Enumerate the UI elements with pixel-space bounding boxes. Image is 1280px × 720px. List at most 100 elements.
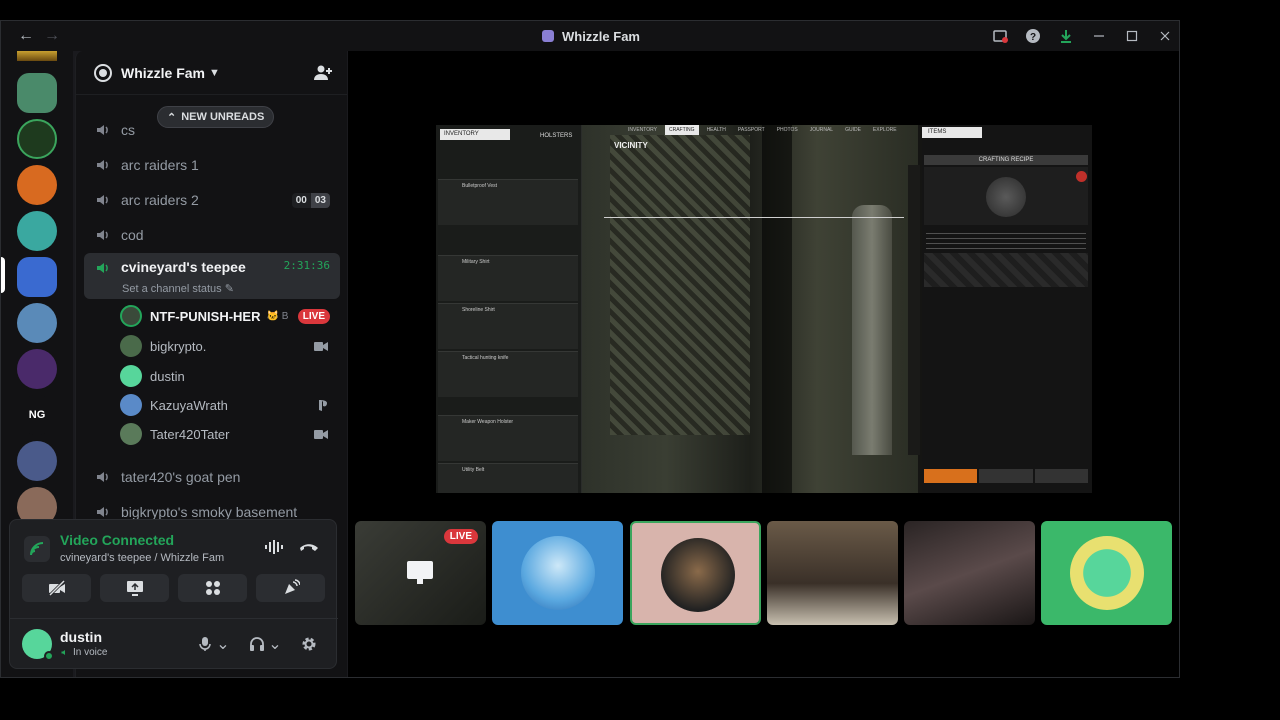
participant-tile-webcam-2[interactable] [904, 521, 1035, 625]
speaker-icon [97, 230, 108, 240]
noise-suppression-icon[interactable] [264, 539, 284, 555]
game-item-row: Shoreline Shirt [438, 303, 578, 349]
user-voice-status: In voice [60, 647, 107, 658]
soundboard-button[interactable] [256, 574, 325, 602]
forward-arrow-icon[interactable]: → [41, 25, 63, 47]
disconnect-icon[interactable] [298, 539, 320, 555]
share-screen-button[interactable] [100, 574, 169, 602]
voice-status-title: Video Connected [60, 532, 175, 548]
game-net-texture [610, 135, 750, 435]
participant-avatar [1070, 536, 1144, 610]
voice-user-name: Tater420Tater [150, 426, 230, 442]
server-header[interactable]: Whizzle Fam ▼ [76, 51, 347, 95]
participant-avatar [661, 538, 735, 612]
server-icon-top[interactable] [17, 51, 57, 61]
mute-button[interactable] [194, 633, 216, 655]
voice-user-ntf-punish-her[interactable]: NTF-PUNISH-HER 🐱 B LIVE [120, 301, 340, 331]
voice-user-tater420tater[interactable]: Tater420Tater [120, 419, 340, 449]
participant-tile-webcam-1[interactable] [767, 521, 898, 625]
avatar [120, 335, 142, 357]
channel-status[interactable]: Set a channel status ✎ [122, 282, 234, 295]
server-icon-whizzle-fam[interactable] [17, 257, 57, 297]
speaker-icon [97, 160, 108, 170]
voice-user-kazuyawrath[interactable]: KazuyaWrath [120, 390, 340, 420]
avatar [120, 365, 142, 387]
game-icon-column [908, 165, 920, 455]
participant-tile-kazuyawrath[interactable] [492, 521, 623, 625]
game-item-row: Military Shirt [438, 255, 578, 301]
signal-icon[interactable] [24, 536, 50, 562]
game-bottom-actions [924, 469, 1088, 483]
game-item-name: Utility Belt [462, 467, 485, 473]
game-top-tab: INVENTORY [628, 127, 657, 133]
game-hook-item [986, 177, 1026, 217]
voice-user-name: NTF-PUNISH-HER [150, 308, 261, 324]
game-inventory-panel: INVENTORY HOLSTERS Bulletproof Vest Mili… [436, 125, 582, 493]
camera-off-button[interactable] [22, 574, 91, 602]
maximize-icon[interactable] [1115, 21, 1148, 51]
add-member-icon[interactable] [313, 63, 333, 83]
user-name[interactable]: dustin [60, 629, 102, 645]
game-action-button [979, 469, 1033, 483]
server-icon-united[interactable] [17, 119, 57, 159]
mic-options-chevron-icon[interactable]: ⌄ [216, 633, 230, 655]
avatar [120, 423, 142, 445]
discord-window: ← → Whizzle Fam ? NG Whizzle Fam ▼ ⌃ NEW… [0, 20, 1180, 678]
channel-name: cs [121, 122, 135, 138]
help-icon[interactable]: ? [1016, 21, 1049, 51]
participant-tile-cvineyard[interactable] [630, 521, 761, 625]
avatar [120, 305, 142, 327]
game-top-tab: EXPLORE [872, 127, 897, 133]
server-icon-avatar[interactable] [17, 73, 57, 113]
game-world-view: VICINITY [582, 125, 918, 493]
voice-channel-path[interactable]: cvineyard's teepee / Whizzle Fam [60, 552, 224, 564]
server-icon-landscape[interactable] [17, 441, 57, 481]
badge-limit: 03 [310, 192, 330, 208]
voice-user-dustin[interactable]: dustin [120, 361, 340, 391]
channel-tater420s-goat-pen[interactable]: tater420's goat pen [84, 460, 340, 494]
channel-name: arc raiders 2 [121, 192, 199, 208]
channel-arc-raiders-1[interactable]: arc raiders 1 [84, 148, 340, 182]
game-recipe-header: CRAFTING RECIPE [924, 155, 1088, 165]
user-settings-button[interactable] [298, 633, 320, 655]
back-arrow-icon[interactable]: ← [15, 25, 37, 47]
stream-tile-ntf-punish-her[interactable]: LIVE [355, 521, 486, 625]
server-icon-vibes[interactable] [17, 165, 57, 205]
server-icon-teal[interactable] [17, 211, 57, 251]
participant-avatar [521, 536, 595, 610]
server-home-icon [94, 63, 112, 82]
game-items-tab: ITEMS [922, 127, 982, 138]
voice-user-bigkrypto[interactable]: bigkrypto. [120, 331, 340, 361]
game-action-button [1034, 469, 1088, 483]
game-crafting-panel: ITEMS CRAFTING RECIPE [922, 125, 1092, 493]
speaker-icon [97, 125, 108, 135]
channel-arc-raiders-2[interactable]: arc raiders 2 00 03 [84, 183, 340, 217]
game-top-tab: PHOTOS [776, 127, 798, 133]
channel-cod[interactable]: cod [84, 218, 340, 252]
audio-options-chevron-icon[interactable]: ⌄ [268, 633, 282, 655]
deafen-button[interactable] [246, 633, 268, 655]
new-unreads-pill[interactable]: ⌃ NEW UNREADS [157, 106, 275, 128]
game-item-row: Maker Weapon Holster [438, 415, 578, 461]
game-item-row: Utility Belt [438, 463, 578, 493]
server-icon-purple[interactable] [17, 349, 57, 389]
server-icon-ng[interactable]: NG [17, 395, 57, 435]
focused-stream[interactable]: INVENTORY HOLSTERS Bulletproof Vest Mili… [436, 125, 1092, 493]
speaker-icon [97, 263, 108, 273]
game-tab-holsters: HOLSTERS [540, 133, 573, 139]
online-status-dot [44, 651, 54, 661]
minimize-icon[interactable] [1082, 21, 1115, 51]
server-icon-ice[interactable] [17, 303, 57, 343]
live-badge: LIVE [443, 529, 478, 544]
activities-button[interactable] [178, 574, 247, 602]
participant-tile-dustin[interactable] [1041, 521, 1172, 625]
user-activity: 🐱 B [266, 310, 289, 322]
channel-cvineyards-teepee[interactable]: cvineyard's teepee 2:31:36 Set a channel… [84, 253, 340, 299]
call-timer: 2:31:36 [283, 259, 330, 272]
inbox-icon[interactable] [983, 21, 1016, 51]
close-icon[interactable] [1148, 21, 1179, 51]
download-icon[interactable] [1049, 21, 1082, 51]
game-aim-line [604, 217, 904, 218]
screen-share-icon [407, 561, 433, 584]
game-top-tab: HEALTH [706, 127, 726, 133]
